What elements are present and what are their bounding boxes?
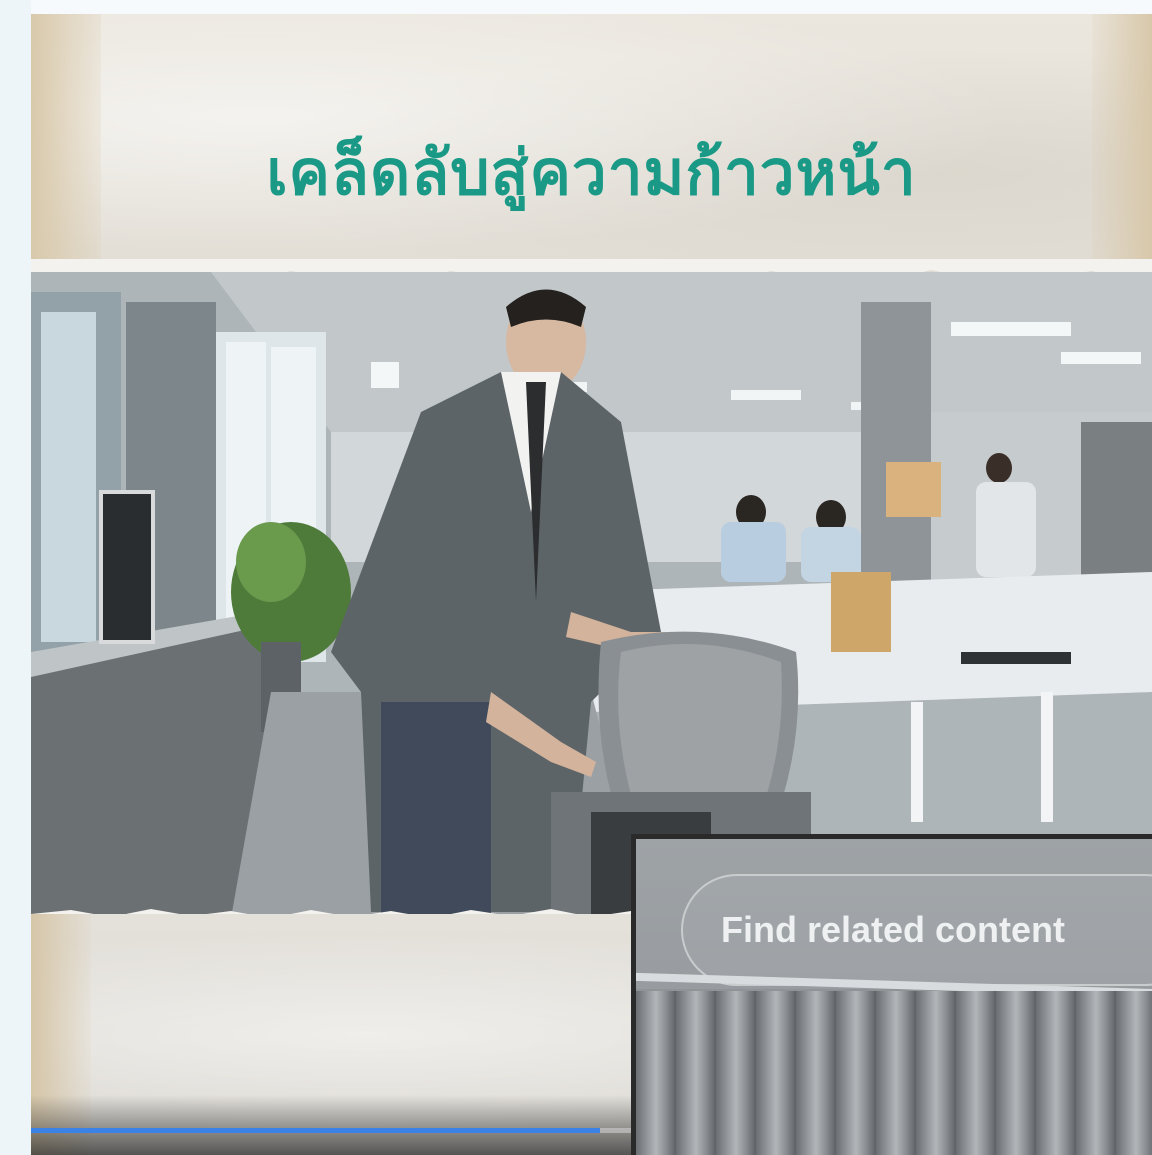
office-scene-photo	[31, 272, 1152, 918]
office-scene-illustration	[31, 272, 1152, 918]
find-related-content-button[interactable]: Find related content	[681, 874, 1152, 986]
curtain-backdrop	[636, 991, 1152, 1155]
paper-header: เคล็ดลับสู่ความก้าวหน้า	[31, 14, 1152, 276]
top-strip	[0, 0, 1152, 14]
video-player[interactable]: เคล็ดลับสู่ความก้าวหน้า Find related con…	[31, 14, 1152, 1155]
video-progress-fill	[31, 1128, 601, 1133]
video-headline: เคล็ดลับสู่ความก้าวหน้า	[266, 136, 917, 209]
related-content-panel: Find related content	[631, 834, 1152, 1155]
left-strip	[0, 0, 31, 1155]
